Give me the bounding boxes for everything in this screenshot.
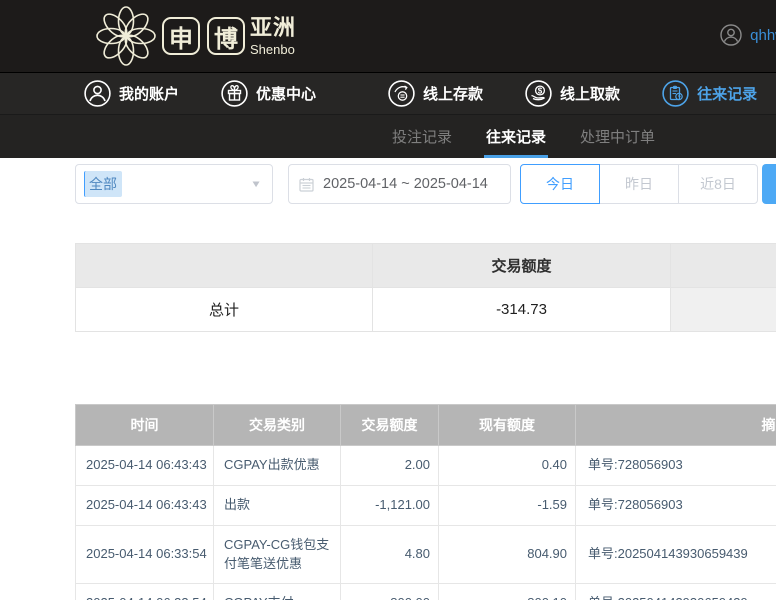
cell-amount: 2.00 (341, 446, 439, 486)
withdraw-coin-icon: $ (525, 80, 552, 107)
table-row: 2025-04-14 06:33:54 CGPAY-CG钱包支付笔笔送优惠 4.… (76, 525, 776, 584)
cell-summary: 单号:728056903 (576, 446, 776, 486)
summary-table: 交易额度 总计 -314.73 (75, 243, 776, 332)
user-avatar-icon (720, 24, 742, 46)
table-row: 2025-04-14 06:43:43 CGPAY出款优惠 2.00 0.40 … (76, 446, 776, 486)
table-header-row: 时间 交易类别 交易额度 现有额度 摘要 (76, 405, 776, 446)
cell-type: 出款 (214, 485, 341, 525)
site-logo[interactable]: 申 博 亚洲 Shenbo (94, 6, 296, 66)
logo-region-text: 亚洲 (250, 17, 296, 39)
nav-item-my-account[interactable]: 我的账户 (84, 80, 179, 107)
last-8-days-button[interactable]: 近8日 (678, 164, 758, 204)
col-header-balance: 现有额度 (439, 405, 576, 446)
gift-icon (221, 80, 248, 107)
user-account[interactable]: qhhw (720, 24, 776, 46)
cell-balance: 800.10 (439, 584, 576, 600)
logo-char-1: 申 (162, 17, 200, 55)
cell-type: CGPAY出款优惠 (214, 446, 341, 486)
cell-amount: 800.00 (341, 584, 439, 600)
cell-type: CGPAY支付 (214, 584, 341, 600)
tab-processing-orders[interactable]: 处理中订单 (580, 115, 655, 158)
transactions-table: 时间 交易类别 交易额度 现有额度 摘要 2025-04-14 06:43:43… (75, 404, 776, 600)
quick-date-buttons: 今日 昨日 近8日 (521, 164, 758, 204)
type-select[interactable]: 全部 ▼ (75, 164, 273, 204)
transactions-tbody: 2025-04-14 06:43:43 CGPAY出款优惠 2.00 0.40 … (76, 446, 776, 600)
date-range-value: 2025-04-14 ~ 2025-04-14 (323, 176, 488, 192)
type-select-value: 全部 (84, 171, 122, 197)
nav-item-promotions[interactable]: 优惠中心 (221, 80, 316, 107)
summary-total-label: 总计 (76, 288, 373, 332)
table-row: 2025-04-14 06:33:54 CGPAY支付 800.00 800.1… (76, 584, 776, 600)
filter-row: 全部 ▼ 2025-04-14 ~ 2025-04-14 今日 昨日 近8日 (75, 164, 776, 204)
cell-time: 2025-04-14 06:33:54 (76, 584, 214, 600)
yesterday-button[interactable]: 昨日 (599, 164, 679, 204)
records-clipboard-icon (662, 80, 689, 107)
cell-balance: 804.90 (439, 525, 576, 584)
sub-nav: 投注记录 往来记录 处理中订单 (0, 115, 776, 158)
col-header-amount: 交易额度 (341, 405, 439, 446)
cell-type: CGPAY-CG钱包支付笔笔送优惠 (214, 525, 341, 584)
summary-header-empty2 (671, 244, 776, 288)
summary-empty-cell (671, 288, 776, 332)
summary-total-value: -314.73 (373, 288, 671, 332)
cell-summary: 单号:202504143930659439 (576, 584, 776, 600)
tab-transaction-records[interactable]: 往来记录 (486, 115, 546, 158)
calendar-icon (299, 177, 314, 192)
account-person-icon (84, 80, 111, 107)
summary-header-empty (76, 244, 373, 288)
tab-betting-records[interactable]: 投注记录 (392, 115, 452, 158)
query-button[interactable] (762, 164, 776, 204)
nav-label: 往来记录 (697, 83, 757, 104)
nav-item-transactions[interactable]: 往来记录 (662, 80, 757, 107)
nav-label: 线上存款 (423, 83, 483, 104)
cell-time: 2025-04-14 06:33:54 (76, 525, 214, 584)
logo-char-2: 博 (207, 17, 245, 55)
cell-summary: 单号:202504143930659439 (576, 525, 776, 584)
svg-text:$: $ (538, 86, 543, 95)
date-range-picker[interactable]: 2025-04-14 ~ 2025-04-14 (288, 164, 511, 204)
cell-balance: -1.59 (439, 485, 576, 525)
chevron-down-icon[interactable]: ▼ (250, 178, 262, 189)
logo-subtitle: Shenbo (250, 43, 296, 56)
top-header: 申 博 亚洲 Shenbo qhhw (0, 0, 776, 73)
username-text: qhhw (750, 27, 776, 44)
col-header-time: 时间 (76, 405, 214, 446)
logo-characters: 申 博 (162, 17, 245, 55)
flower-logo-icon (94, 6, 158, 66)
today-button[interactable]: 今日 (520, 164, 600, 204)
main-nav: 我的账户 优惠中心 线上存款 $ 线上取款 (0, 73, 776, 115)
col-header-summary: 摘要 (576, 405, 776, 446)
col-header-type: 交易类别 (214, 405, 341, 446)
cell-amount: -1,121.00 (341, 485, 439, 525)
nav-label: 我的账户 (119, 83, 179, 104)
cell-summary: 单号:728056903 (576, 485, 776, 525)
cell-amount: 4.80 (341, 525, 439, 584)
cell-time: 2025-04-14 06:43:43 (76, 485, 214, 525)
table-row: 2025-04-14 06:43:43 出款 -1,121.00 -1.59 单… (76, 485, 776, 525)
nav-label: 线上取款 (560, 83, 620, 104)
summary-header-amount: 交易额度 (373, 244, 671, 288)
nav-label: 优惠中心 (256, 83, 316, 104)
nav-item-deposit[interactable]: 线上存款 (388, 80, 483, 107)
nav-item-withdraw[interactable]: $ 线上取款 (525, 80, 620, 107)
cell-time: 2025-04-14 06:43:43 (76, 446, 214, 486)
deposit-coin-icon (388, 80, 415, 107)
cell-balance: 0.40 (439, 446, 576, 486)
